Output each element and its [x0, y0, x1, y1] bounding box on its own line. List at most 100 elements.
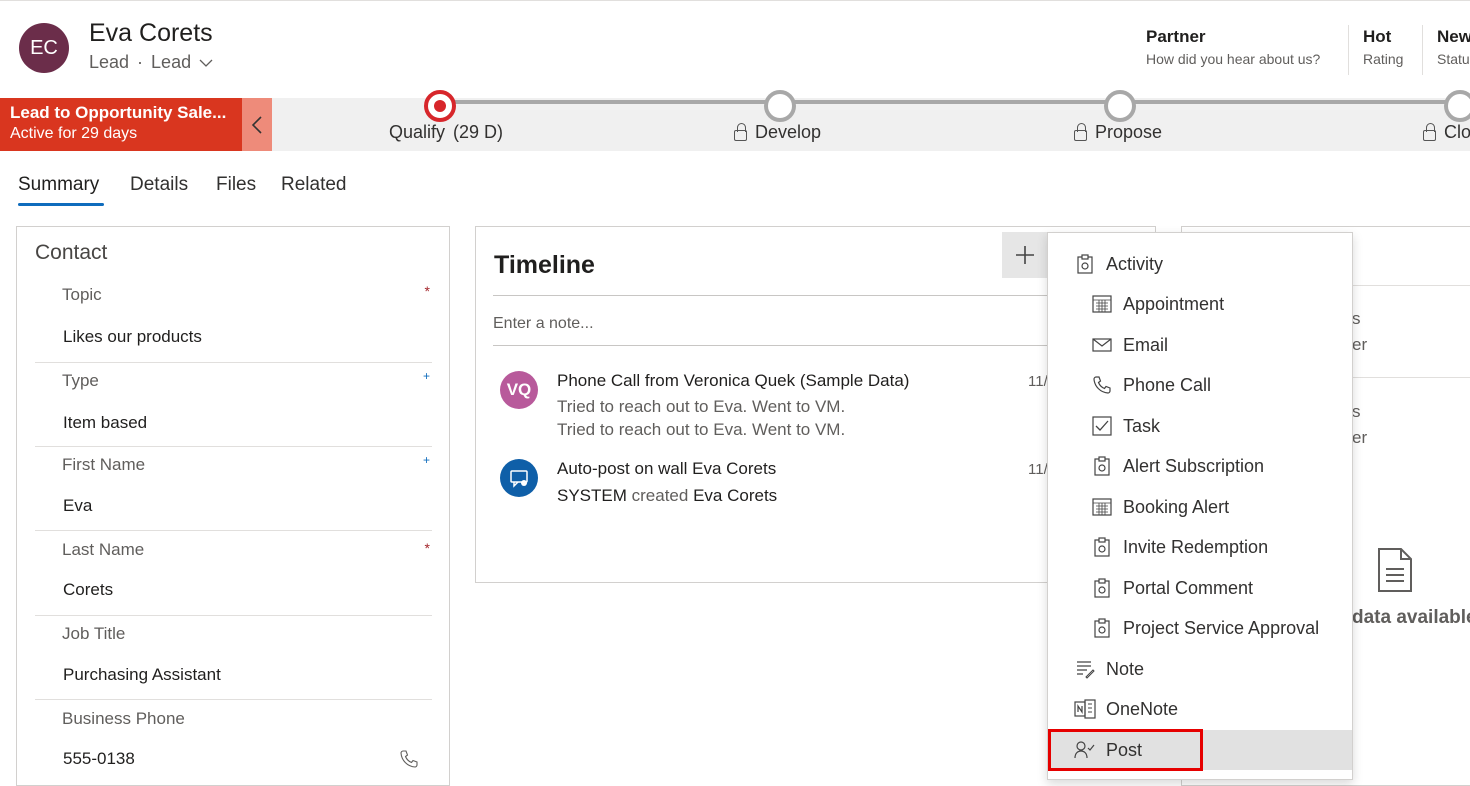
checkbox-icon	[1091, 415, 1113, 437]
onenote-icon	[1074, 698, 1096, 720]
chevron-down-icon[interactable]	[199, 58, 213, 68]
menu-item-onenote[interactable]: OneNote	[1048, 689, 1352, 729]
field-value[interactable]: 555-0138	[63, 749, 135, 769]
menu-item-label: Email	[1123, 334, 1169, 355]
phone-icon[interactable]	[399, 749, 419, 769]
menu-item-label: Appointment	[1123, 293, 1225, 314]
timeline-item-date: 11/	[1028, 461, 1048, 478]
timeline-item-date: 11/	[1028, 373, 1048, 390]
timeline-title: Timeline	[494, 251, 595, 279]
menu-item-project-service-approval[interactable]: Project Service Approval	[1048, 608, 1352, 648]
stage-qualify[interactable]: Qualify (29 D)	[389, 122, 503, 143]
field-value[interactable]: Corets	[63, 580, 113, 600]
menu-item-phone-call[interactable]: Phone Call	[1048, 365, 1352, 405]
field-value[interactable]: Eva	[63, 496, 92, 516]
header-divider	[1422, 25, 1423, 75]
stage-indicator-close[interactable]	[1444, 90, 1470, 122]
stage-indicator-develop[interactable]	[764, 90, 796, 122]
menu-item-label: Project Service Approval	[1123, 617, 1320, 638]
add-activity-menu: Activity Appointment Email Phone Call Ta…	[1047, 232, 1353, 780]
divider	[493, 345, 1053, 346]
field-label: First Name	[62, 455, 146, 474]
stage-label: Clo	[1444, 122, 1470, 142]
activity-icon	[1091, 536, 1113, 558]
menu-item-booking-alert[interactable]: Booking Alert	[1048, 487, 1352, 527]
menu-item-activity[interactable]: Activity	[1048, 244, 1352, 284]
stage-label: Qualify	[389, 122, 446, 142]
process-name: Lead to Opportunity Sale...	[10, 103, 227, 122]
timeline-item[interactable]: VQ Phone Call from Veronica Quek (Sample…	[496, 365, 1048, 445]
menu-item-note[interactable]: Note	[1048, 649, 1352, 689]
no-data-message: data available	[1352, 607, 1470, 628]
lock-icon	[1074, 122, 1087, 141]
timeline-item-title[interactable]: Phone Call from Veronica Quek (Sample Da…	[557, 371, 909, 391]
activity-icon	[1074, 253, 1096, 275]
section-title: Contact	[35, 241, 108, 264]
menu-item-label: Invite Redemption	[1123, 536, 1269, 557]
field-topic[interactable]: Topic * Likes our products	[35, 283, 432, 363]
stage-indicator-propose[interactable]	[1104, 90, 1136, 122]
header-field-status[interactable]: New Statu	[1437, 27, 1470, 67]
activity-icon	[1091, 455, 1113, 477]
divider	[493, 295, 1053, 296]
post-target[interactable]: Eva Corets	[693, 486, 777, 505]
menu-item-label: Activity	[1106, 253, 1164, 274]
menu-item-alert-subscription[interactable]: Alert Subscription	[1048, 446, 1352, 486]
bpf-collapse-button[interactable]	[242, 98, 272, 151]
field-label: Job Title	[62, 624, 126, 643]
form-selector[interactable]: Lead	[151, 52, 191, 73]
active-tab-indicator	[18, 203, 104, 206]
menu-item-appointment[interactable]: Appointment	[1048, 284, 1352, 324]
field-value[interactable]: Item based	[63, 413, 147, 433]
separator-dot: ·	[137, 52, 144, 72]
stage-develop[interactable]: Develop	[734, 122, 821, 143]
avatar: EC	[19, 23, 69, 73]
menu-item-email[interactable]: Email	[1048, 325, 1352, 365]
field-type[interactable]: Type + Item based	[35, 369, 432, 447]
tab-summary[interactable]: Summary	[18, 174, 99, 196]
timeline-item-title[interactable]: Auto-post on wall Eva Corets	[557, 459, 776, 479]
plus-icon	[1016, 246, 1034, 264]
field-value[interactable]: Purchasing Assistant	[63, 665, 221, 685]
timeline-avatar: VQ	[500, 371, 538, 409]
stage-close[interactable]: Clo	[1423, 122, 1470, 143]
recommended-marker: +	[422, 453, 430, 467]
field-label: Type	[62, 371, 99, 390]
timeline-item-line: Tried to reach out to Eva. Went to VM.	[557, 397, 846, 416]
stage-propose[interactable]: Propose	[1074, 122, 1162, 143]
field-business-phone[interactable]: Business Phone 555-0138	[35, 709, 432, 785]
add-timeline-item-button[interactable]	[1002, 232, 1048, 278]
field-fragment: s	[1352, 309, 1361, 328]
field-last-name[interactable]: Last Name * Corets	[35, 540, 432, 616]
activity-icon	[1091, 617, 1113, 639]
tab-files[interactable]: Files	[216, 174, 256, 196]
header-field-label: Rating	[1363, 51, 1404, 67]
tab-related[interactable]: Related	[281, 174, 347, 196]
stage-label: Develop	[755, 122, 822, 142]
tab-details[interactable]: Details	[130, 174, 188, 196]
stage-indicator-qualify[interactable]	[424, 90, 456, 122]
mail-icon	[1091, 334, 1113, 356]
activity-icon	[1091, 577, 1113, 599]
menu-item-task[interactable]: Task	[1048, 406, 1352, 446]
header-field-rating[interactable]: Hot Rating	[1363, 27, 1403, 67]
field-value[interactable]: Likes our products	[63, 327, 202, 347]
timeline-item-line: SYSTEM created Eva Corets	[557, 486, 777, 506]
calendar-icon	[1091, 496, 1113, 518]
post-actor: SYSTEM	[557, 486, 627, 505]
menu-item-invite-redemption[interactable]: Invite Redemption	[1048, 527, 1352, 567]
header-field-source[interactable]: Partner How did you hear about us?	[1146, 27, 1320, 67]
field-fragment: er	[1352, 428, 1368, 447]
entity-name: Lead	[89, 52, 130, 72]
field-job-title[interactable]: Job Title Purchasing Assistant	[35, 624, 432, 700]
calendar-icon	[1091, 293, 1113, 315]
timeline-item[interactable]: Auto-post on wall Eva Corets SYSTEM crea…	[496, 455, 1048, 515]
record-title: Eva Corets	[89, 19, 213, 47]
process-name-flag[interactable]: Lead to Opportunity Sale... Active for 2…	[0, 98, 242, 151]
auto-post-icon	[500, 459, 538, 497]
note-input[interactable]	[493, 315, 1053, 333]
phone-icon	[1091, 374, 1113, 396]
menu-item-portal-comment[interactable]: Portal Comment	[1048, 568, 1352, 608]
post-highlight-box	[1048, 729, 1203, 771]
field-first-name[interactable]: First Name + Eva	[35, 453, 432, 531]
